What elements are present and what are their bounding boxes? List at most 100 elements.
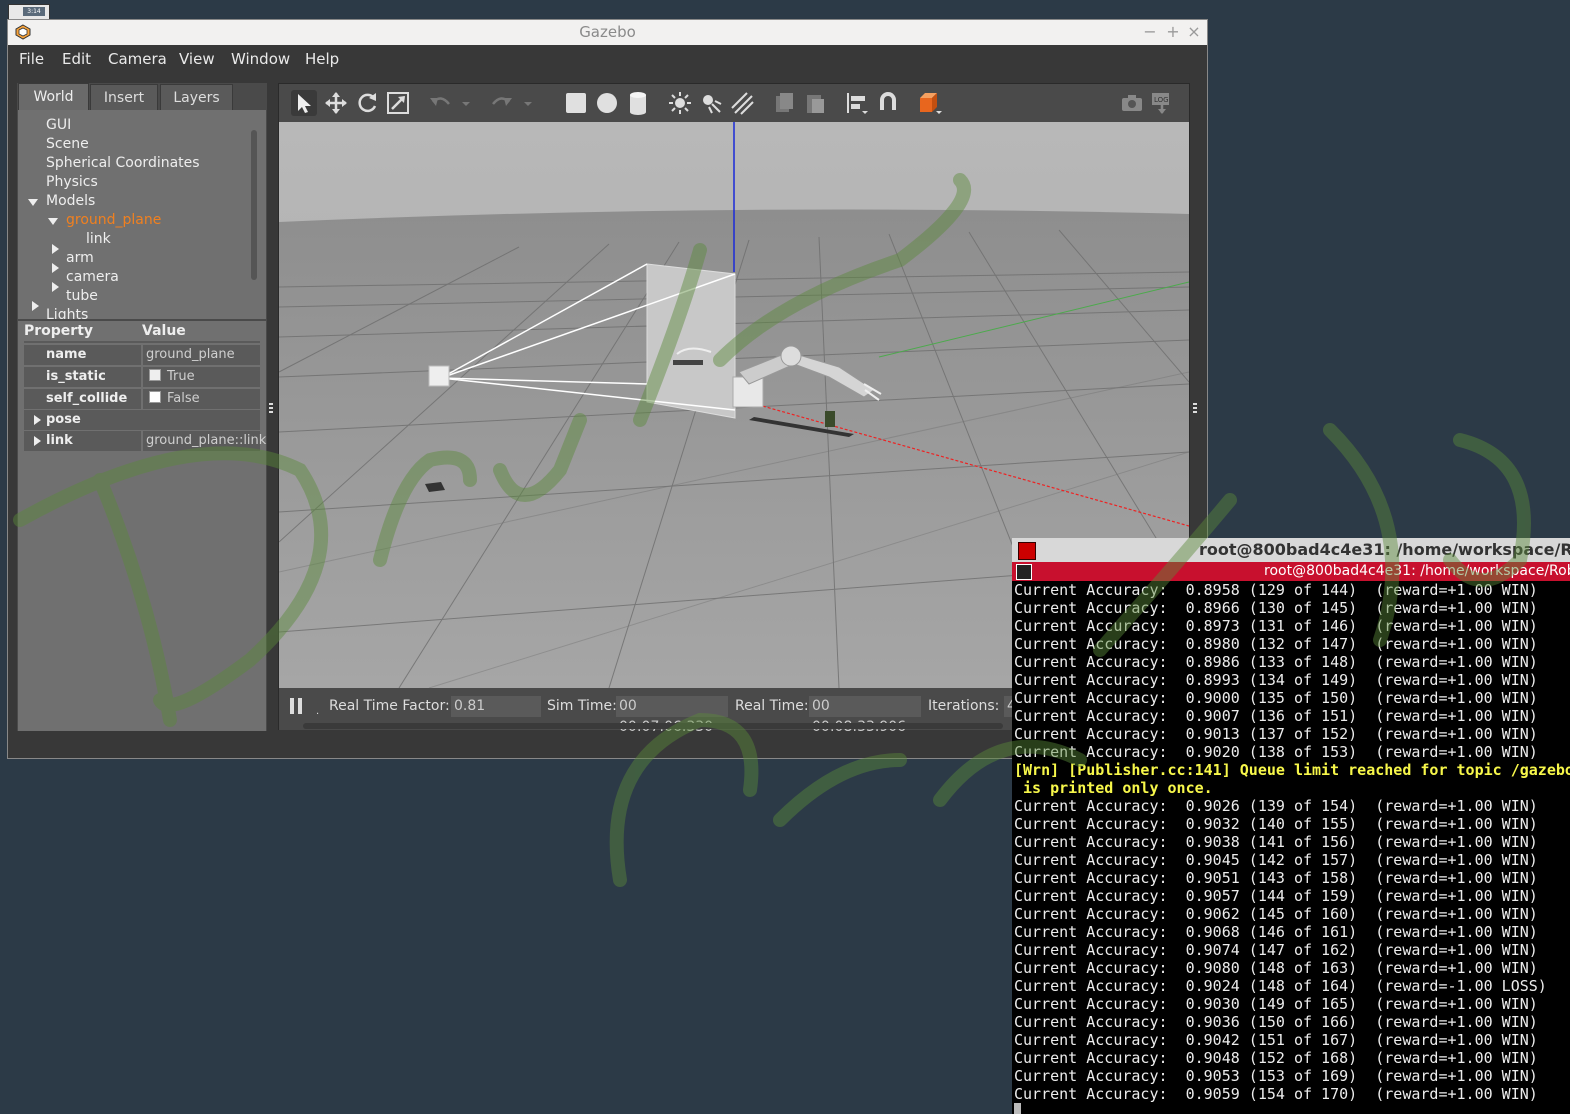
- terminal-title-bar[interactable]: root@800bad4c4e31: /home/workspace/Robo: [1012, 538, 1570, 562]
- log-record-icon[interactable]: LOG: [1149, 90, 1175, 116]
- tree-item-models[interactable]: Models: [46, 193, 95, 209]
- translate-mode-icon[interactable]: [323, 90, 349, 116]
- terminal-tab-label: root@800bad4c4e31: /home/workspace/Robo: [1264, 563, 1570, 579]
- property-name-value[interactable]: ground_plane: [143, 345, 260, 365]
- terminal-line: Current Accuracy: 0.9062 (145 of 160) (r…: [1014, 905, 1538, 923]
- svg-text:LOG: LOG: [1154, 96, 1169, 104]
- tree-item-scene[interactable]: Scene: [46, 136, 89, 152]
- tree-item-ground-plane[interactable]: ground_plane: [66, 212, 161, 228]
- terminal-tab[interactable]: root@800bad4c4e31: /home/workspace/Robo: [1012, 562, 1570, 581]
- is-static-checkbox[interactable]: True: [143, 367, 260, 387]
- redo-icon[interactable]: [489, 90, 515, 116]
- tree-item-physics[interactable]: Physics: [46, 174, 98, 190]
- terminal-app-icon: [1018, 542, 1036, 560]
- snap-magnet-icon[interactable]: [875, 90, 901, 116]
- rtf-label: Real Time Factor:: [329, 698, 450, 714]
- terminal-line: Current Accuracy: 0.8973 (131 of 146) (r…: [1014, 617, 1538, 635]
- tray-widget[interactable]: 3:14: [8, 4, 50, 20]
- terminal-line: Current Accuracy: 0.9053 (153 of 169) (r…: [1014, 1067, 1538, 1085]
- menu-file[interactable]: File: [19, 50, 44, 68]
- expand-right-icon[interactable]: [32, 301, 39, 311]
- scale-mode-icon[interactable]: [385, 90, 411, 116]
- maximize-icon[interactable]: +: [1163, 22, 1183, 42]
- tree-scrollbar[interactable]: [251, 130, 257, 280]
- world-tree: GUI Scene Spherical Coordinates Physics …: [18, 110, 266, 319]
- terminal-line: Current Accuracy: 0.9000 (135 of 150) (r…: [1014, 689, 1538, 707]
- tab-insert[interactable]: Insert: [90, 84, 158, 111]
- self-collide-checkbox[interactable]: False: [143, 389, 260, 409]
- terminal-line: Current Accuracy: 0.9026 (139 of 154) (r…: [1014, 797, 1538, 815]
- menu-edit[interactable]: Edit: [62, 50, 91, 68]
- menu-camera[interactable]: Camera: [108, 50, 167, 68]
- self-collide-value: False: [167, 391, 200, 406]
- terminal-line: [Wrn] [Publisher.cc:141] Queue limit rea…: [1014, 761, 1570, 779]
- point-light-icon[interactable]: [667, 90, 693, 116]
- undo-dropdown-icon[interactable]: [459, 90, 473, 116]
- property-header: Property: [24, 323, 94, 339]
- property-row-name: name ground_plane: [24, 345, 260, 365]
- tree-item-arm[interactable]: arm: [66, 250, 94, 266]
- title-bar[interactable]: Gazebo − + ×: [8, 20, 1207, 46]
- tree-item-link[interactable]: link: [86, 231, 111, 247]
- tab-layers[interactable]: Layers: [160, 84, 233, 111]
- terminal-line: Current Accuracy: 0.9057 (144 of 159) (r…: [1014, 887, 1538, 905]
- property-panel: Property Value name ground_plane is_stat…: [18, 321, 266, 731]
- cylinder-shape-icon[interactable]: [625, 90, 651, 116]
- checkbox-checked-icon[interactable]: [149, 369, 161, 381]
- terminal-line: Current Accuracy: 0.9030 (149 of 165) (r…: [1014, 995, 1538, 1013]
- expand-right-icon[interactable]: [52, 282, 59, 292]
- undo-icon[interactable]: [427, 90, 453, 116]
- tree-item-spherical[interactable]: Spherical Coordinates: [46, 155, 200, 171]
- terminal-line: Current Accuracy: 0.9038 (141 of 156) (r…: [1014, 833, 1538, 851]
- property-link-label: link: [24, 431, 141, 451]
- pause-icon[interactable]: [289, 697, 303, 715]
- align-icon[interactable]: [844, 90, 870, 116]
- property-row-link[interactable]: link ground_plane::link: [24, 431, 266, 451]
- expand-right-icon[interactable]: [34, 415, 41, 425]
- left-splitter-handle[interactable]: [269, 403, 273, 413]
- minimize-icon[interactable]: −: [1140, 22, 1160, 42]
- tab-world[interactable]: World: [18, 83, 89, 110]
- terminal-line: Current Accuracy: 0.9080 (148 of 163) (r…: [1014, 959, 1538, 977]
- expand-down-icon[interactable]: [48, 218, 58, 225]
- directional-light-icon[interactable]: [729, 90, 755, 116]
- box-shape-icon[interactable]: [563, 90, 589, 116]
- terminal-line: Current Accuracy: 0.9007 (136 of 151) (r…: [1014, 707, 1538, 725]
- tree-item-tube[interactable]: tube: [66, 288, 98, 304]
- menu-help[interactable]: Help: [305, 50, 339, 68]
- menu-window[interactable]: Window: [231, 50, 290, 68]
- terminal-output[interactable]: Current Accuracy: 0.8958 (129 of 144) (r…: [1014, 581, 1570, 1103]
- checkbox-unchecked-icon[interactable]: [149, 391, 161, 403]
- rotate-mode-icon[interactable]: [354, 90, 380, 116]
- terminal-line: Current Accuracy: 0.9024 (148 of 164) (r…: [1014, 977, 1547, 995]
- real-time-label: Real Time:: [735, 698, 809, 714]
- tree-item-gui[interactable]: GUI: [46, 117, 71, 133]
- status-scrollbar[interactable]: [303, 723, 1003, 729]
- terminal-window: root@800bad4c4e31: /home/workspace/Robo …: [1012, 538, 1570, 1114]
- terminal-line: Current Accuracy: 0.9048 (152 of 168) (r…: [1014, 1049, 1538, 1067]
- menu-view[interactable]: View: [179, 50, 215, 68]
- terminal-line: Current Accuracy: 0.9074 (147 of 162) (r…: [1014, 941, 1538, 959]
- spot-light-icon[interactable]: [698, 90, 724, 116]
- sim-time-label: Sim Time:: [547, 698, 617, 714]
- expand-right-icon[interactable]: [34, 436, 41, 446]
- redo-dropdown-icon[interactable]: [521, 90, 535, 116]
- tree-item-camera[interactable]: camera: [66, 269, 119, 285]
- sphere-shape-icon[interactable]: [594, 90, 620, 116]
- right-splitter-handle[interactable]: [1193, 403, 1197, 413]
- iterations-label: Iterations:: [928, 698, 1000, 714]
- expand-right-icon[interactable]: [52, 263, 59, 273]
- property-row-pose[interactable]: pose: [24, 410, 260, 430]
- select-mode-icon[interactable]: [291, 90, 317, 116]
- copy-icon[interactable]: [771, 90, 797, 116]
- view-angle-icon[interactable]: [917, 90, 943, 116]
- expand-down-icon[interactable]: [28, 199, 38, 206]
- tree-item-lights[interactable]: Lights: [46, 307, 88, 319]
- expand-right-icon[interactable]: [52, 244, 59, 254]
- terminal-line: Current Accuracy: 0.8986 (133 of 148) (r…: [1014, 653, 1538, 671]
- property-link-value: ground_plane::link: [143, 431, 266, 451]
- close-icon[interactable]: ×: [1184, 22, 1204, 42]
- paste-icon[interactable]: [802, 90, 828, 116]
- screenshot-camera-icon[interactable]: [1119, 90, 1145, 116]
- step-icon[interactable]: .: [316, 706, 319, 717]
